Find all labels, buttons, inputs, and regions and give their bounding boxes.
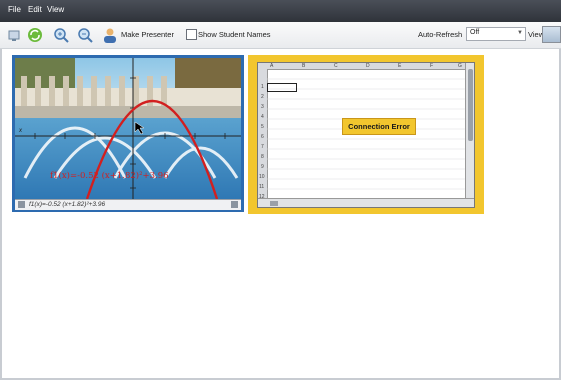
row-7: 7 bbox=[261, 144, 264, 150]
selected-cell[interactable] bbox=[267, 83, 297, 92]
auto-refresh-label: Auto-Refresh bbox=[418, 30, 463, 39]
row-5: 5 bbox=[261, 124, 264, 130]
zoom-in-icon[interactable] bbox=[52, 26, 70, 44]
chevron-down-icon: ▼ bbox=[517, 30, 523, 36]
menu-bar: File Edit View bbox=[0, 0, 561, 22]
collapse-icon[interactable] bbox=[231, 201, 238, 208]
menu-file[interactable]: File bbox=[8, 5, 21, 14]
row-8: 8 bbox=[261, 154, 264, 160]
x-axis-label: x bbox=[19, 128, 22, 134]
row-11: 11 bbox=[259, 184, 265, 190]
connection-error-badge: Connection Error bbox=[342, 118, 416, 135]
horizontal-scrollbar[interactable] bbox=[258, 198, 474, 207]
auto-refresh-select[interactable]: Off ▼ bbox=[466, 27, 526, 41]
entry-line[interactable]: f1(x)=-0.52 (x+1.82)²+3.96 bbox=[15, 199, 241, 210]
make-presenter-button[interactable]: Make Presenter bbox=[121, 30, 174, 39]
row-6: 6 bbox=[261, 134, 264, 140]
auto-refresh-value: Off bbox=[470, 29, 480, 36]
row-10: 10 bbox=[259, 174, 265, 180]
horizontal-scroll-thumb[interactable] bbox=[270, 201, 278, 206]
student-thumbnail-graph[interactable]: f1(x)=-0.52 (x+1.82)²+3.96 x f1(x)=-0.52… bbox=[12, 55, 244, 212]
student-thumbnail-spreadsheet[interactable]: A B C D E F G 1 2 3 4 5 6 7 8 9 10 11 12 bbox=[248, 55, 484, 214]
screen-icon[interactable] bbox=[6, 26, 24, 44]
row-9: 9 bbox=[261, 164, 264, 170]
menu-view[interactable]: View bbox=[47, 5, 64, 14]
row-1: 1 bbox=[261, 84, 264, 90]
menu-edit[interactable]: Edit bbox=[28, 5, 42, 14]
row-3: 3 bbox=[261, 104, 264, 110]
vertical-scrollbar[interactable] bbox=[465, 63, 474, 199]
graph-function-label: f1(x)=-0.52 (x+1.82)²+3.96 bbox=[50, 171, 169, 181]
spreadsheet: A B C D E F G 1 2 3 4 5 6 7 8 9 10 11 12 bbox=[257, 62, 475, 208]
entry-line-text: f1(x)=-0.52 (x+1.82)²+3.96 bbox=[29, 201, 106, 208]
show-student-names-checkbox[interactable] bbox=[186, 29, 197, 40]
presenter-icon[interactable] bbox=[101, 26, 119, 44]
vertical-scroll-thumb[interactable] bbox=[468, 69, 473, 141]
zoom-out-icon[interactable] bbox=[76, 26, 94, 44]
row-2: 2 bbox=[261, 94, 264, 100]
expand-icon[interactable] bbox=[18, 201, 25, 208]
toolbar: Make Presenter Show Student Names Auto-R… bbox=[0, 22, 561, 49]
refresh-icon[interactable] bbox=[26, 26, 44, 44]
graph-area: f1(x)=-0.52 (x+1.82)²+3.96 x bbox=[15, 58, 241, 199]
show-student-names-label[interactable]: Show Student Names bbox=[198, 30, 271, 39]
row-4: 4 bbox=[261, 114, 264, 120]
view-button[interactable] bbox=[542, 26, 561, 43]
